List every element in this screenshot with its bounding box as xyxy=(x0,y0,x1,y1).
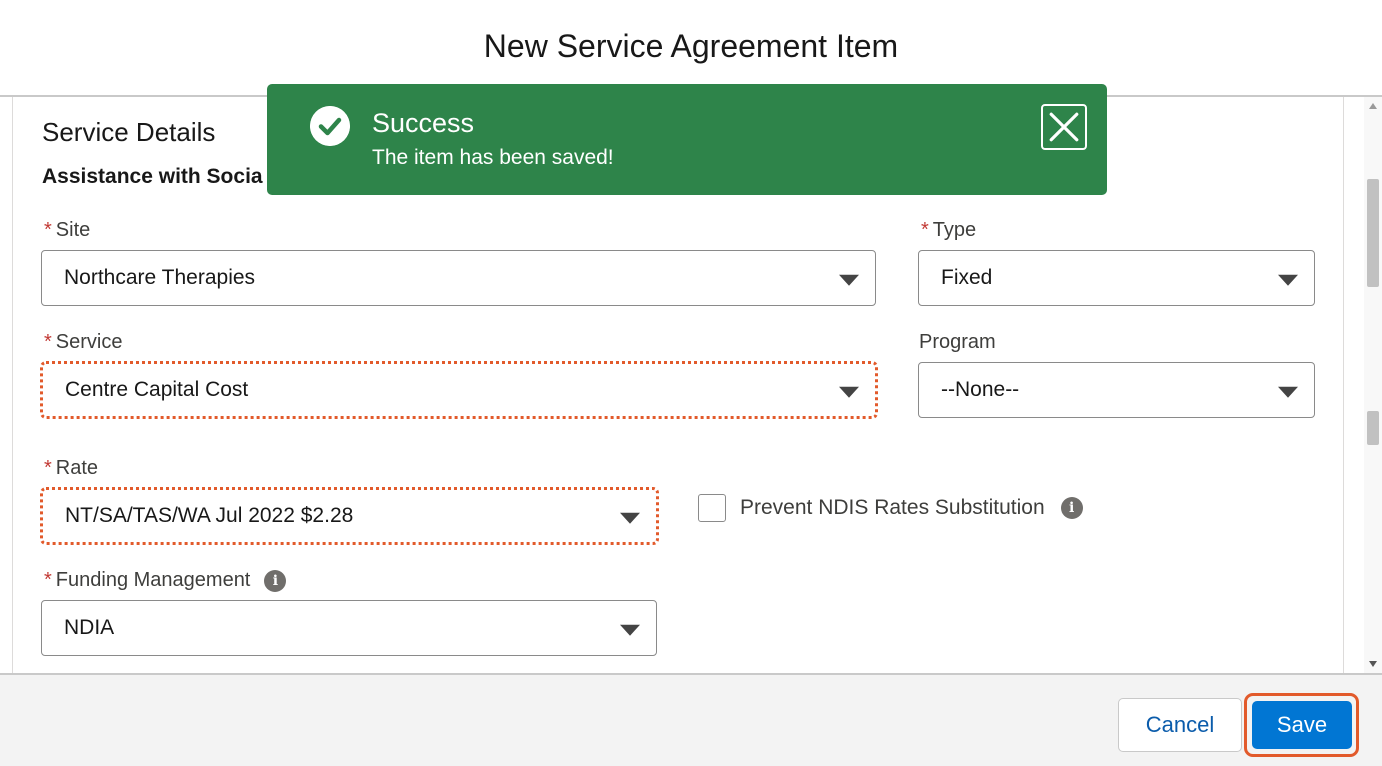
required-marker: * xyxy=(44,569,52,591)
modal-header: New Service Agreement Item xyxy=(0,0,1382,97)
cancel-button[interactable]: Cancel xyxy=(1118,698,1242,752)
rate-select[interactable]: NT/SA/TAS/WA Jul 2022 $2.28 xyxy=(40,487,659,545)
chevron-down-icon xyxy=(620,512,640,524)
success-toast xyxy=(267,84,1107,195)
chevron-down-icon xyxy=(839,386,859,398)
site-value: Northcare Therapies xyxy=(64,266,256,289)
required-marker: * xyxy=(44,219,52,241)
success-check-icon xyxy=(310,106,350,146)
modal-title: New Service Agreement Item xyxy=(483,28,899,64)
close-icon[interactable] xyxy=(1041,104,1087,150)
scroll-up-arrow-icon[interactable] xyxy=(1369,103,1377,109)
funding-management-label: * Funding Management i xyxy=(44,569,287,592)
type-select[interactable]: Fixed xyxy=(918,250,1315,306)
chevron-down-icon xyxy=(839,274,859,286)
section-subtitle: Assistance with Socia xyxy=(42,165,263,188)
site-label-text: Site xyxy=(55,219,91,241)
site-label: * Site xyxy=(44,219,90,242)
rate-label-text: Rate xyxy=(55,457,99,479)
type-value: Fixed xyxy=(941,266,993,289)
rate-value: NT/SA/TAS/WA Jul 2022 $2.28 xyxy=(65,504,354,527)
required-marker: * xyxy=(44,457,52,479)
program-select[interactable]: --None-- xyxy=(918,362,1315,418)
body-scrollbar[interactable] xyxy=(1364,97,1382,673)
info-icon[interactable]: i xyxy=(264,569,287,592)
funding-management-select[interactable]: NDIA xyxy=(41,600,657,656)
program-label: Program xyxy=(919,331,996,354)
toast-title: Success xyxy=(372,108,475,138)
service-label-text: Service xyxy=(55,331,123,353)
save-button[interactable]: Save xyxy=(1252,701,1352,749)
prevent-ndis-checkbox[interactable] xyxy=(698,494,726,522)
chevron-down-icon xyxy=(1278,274,1298,286)
service-value: Centre Capital Cost xyxy=(65,378,249,401)
required-marker: * xyxy=(921,219,929,241)
service-label: * Service xyxy=(44,331,123,354)
scroll-down-arrow-icon[interactable] xyxy=(1369,661,1377,667)
service-select[interactable]: Centre Capital Cost xyxy=(40,361,878,419)
program-value: --None-- xyxy=(941,378,1020,401)
program-label-text: Program xyxy=(919,331,996,353)
toast-message: The item has been saved! xyxy=(372,146,614,169)
required-marker: * xyxy=(44,331,52,353)
modal-footer: Cancel Save xyxy=(0,673,1382,766)
scroll-thumb[interactable] xyxy=(1367,179,1379,287)
scroll-thumb-secondary[interactable] xyxy=(1367,411,1379,445)
funding-management-label-text: Funding Management xyxy=(55,569,251,591)
chevron-down-icon xyxy=(620,624,640,636)
type-label: * Type xyxy=(921,219,976,242)
info-icon[interactable]: i xyxy=(1060,497,1083,519)
rate-label: * Rate xyxy=(44,457,98,480)
chevron-down-icon xyxy=(1278,386,1298,398)
type-label-text: Type xyxy=(932,219,977,241)
prevent-ndis-row: Prevent NDIS Rates Substitution i xyxy=(698,494,1083,522)
site-select[interactable]: Northcare Therapies xyxy=(41,250,876,306)
prevent-ndis-label: Prevent NDIS Rates Substitution xyxy=(740,496,1045,519)
section-title: Service Details xyxy=(42,117,216,147)
funding-management-value: NDIA xyxy=(64,616,115,639)
